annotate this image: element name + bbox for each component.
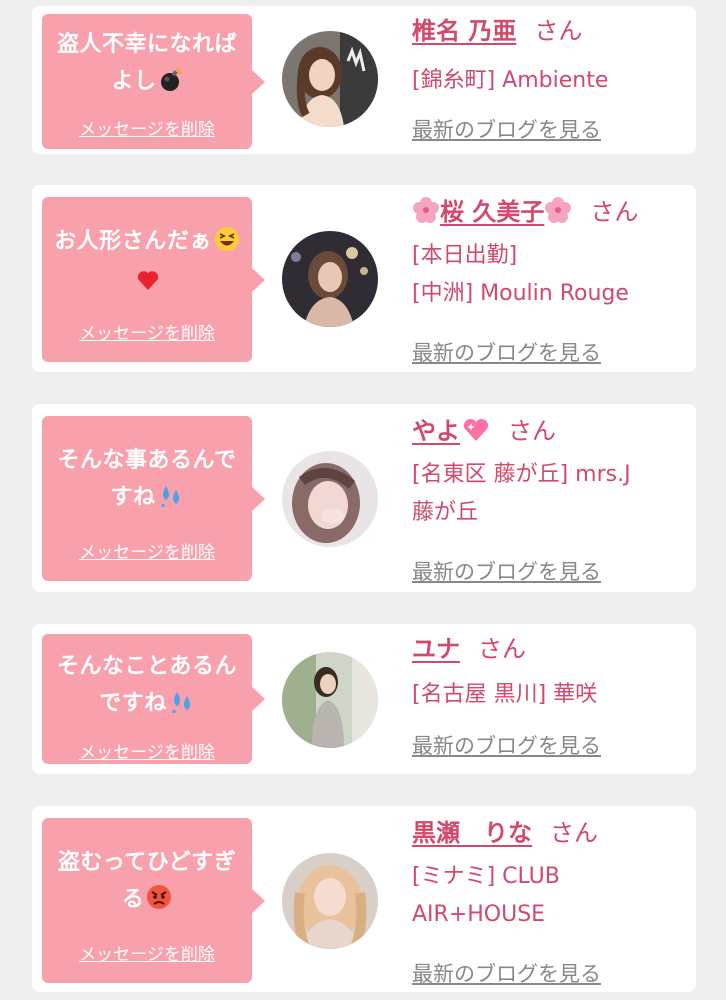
message-bubble: そんなことあるん ですね メッセージを削除 — [42, 634, 265, 764]
profile-name-link[interactable]: 桜 久美子 — [440, 198, 544, 226]
message-bubble: お人形さんだぁ メッセージを削除 — [42, 197, 265, 362]
honorific: さん — [478, 635, 526, 663]
latest-blog-link[interactable]: 最新のブログを見る — [412, 558, 601, 586]
message-bubble: そんな事あるんで すね メッセージを削除 — [42, 416, 265, 581]
avatar[interactable] — [282, 451, 378, 547]
message-text: 盗人不幸になれば よし — [48, 26, 246, 104]
cherry-blossom-icon — [412, 196, 440, 233]
delete-message-link[interactable]: メッセージを削除 — [42, 119, 252, 141]
delete-message-link[interactable]: メッセージを削除 — [42, 542, 252, 564]
delete-message-link[interactable]: メッセージを削除 — [42, 742, 252, 764]
profile-name-link[interactable]: 椎名 乃亜 — [412, 17, 516, 45]
message-text: 盗むってひどすぎ る — [48, 844, 246, 922]
delete-message-link[interactable]: メッセージを削除 — [42, 323, 252, 345]
profile-name-link[interactable]: ユナ — [412, 635, 460, 663]
profile-name-link[interactable]: やよ — [412, 417, 460, 445]
latest-blog-link[interactable]: 最新のブログを見る — [412, 960, 601, 988]
grinning-squint-face-icon — [214, 226, 240, 264]
honorific: さん — [550, 819, 598, 847]
bomb-icon — [159, 67, 183, 104]
delete-message-link[interactable]: メッセージを削除 — [42, 944, 252, 966]
favorite-card: 盗人不幸になれば よし メッセージを削除 椎名 乃亜 さん [錦糸町] Ambie… — [32, 6, 696, 154]
shop-info: [錦糸町] Ambiente — [412, 68, 609, 93]
latest-blog-link[interactable]: 最新のブログを見る — [412, 116, 601, 144]
shop-info: [本日出勤] [中洲] Moulin Rouge — [412, 243, 629, 306]
message-bubble: 盗むってひどすぎ る メッセージを削除 — [42, 818, 265, 983]
shop-info: [ミナミ] CLUB AIR+HOUSE — [412, 864, 560, 927]
sweat-drops-icon — [158, 482, 184, 520]
favorite-card: そんな事あるんで すね メッセージを削除 やよ さん [名東区 藤が丘] mrs.… — [32, 404, 696, 592]
angry-face-icon — [146, 884, 172, 922]
favorite-card: お人形さんだぁ メッセージを削除 桜 久美子 さん [本日出勤] [中洲] Mo… — [32, 185, 696, 372]
shop-info: [名東区 藤が丘] mrs.J 藤が丘 — [412, 462, 631, 525]
message-bubble: 盗人不幸になれば よし メッセージを削除 — [42, 14, 265, 149]
honorific: さん — [508, 417, 556, 445]
honorific: さん — [590, 198, 639, 226]
avatar[interactable] — [282, 231, 378, 327]
latest-blog-link[interactable]: 最新のブログを見る — [412, 732, 601, 760]
profile-name-link[interactable]: 黒瀬 りな — [412, 819, 532, 847]
latest-blog-link[interactable]: 最新のブログを見る — [412, 339, 601, 367]
honorific: さん — [534, 17, 583, 45]
favorite-card: 盗むってひどすぎ る メッセージを削除 黒瀬 りな さん [ミナミ] CLUB A… — [32, 806, 696, 992]
avatar[interactable] — [282, 31, 378, 127]
favorite-card: そんなことあるん ですね メッセージを削除 ユナ さん [名古屋 黒川] 華咲 最… — [32, 624, 696, 774]
message-text: お人形さんだぁ — [48, 223, 246, 305]
avatar[interactable] — [282, 853, 378, 949]
cherry-blossom-icon — [544, 196, 572, 233]
favorites-list: 盗人不幸になれば よし メッセージを削除 椎名 乃亜 さん [錦糸町] Ambie… — [0, 0, 726, 1000]
message-text: そんなことあるん ですね — [48, 648, 246, 726]
sweat-drops-icon — [169, 688, 195, 726]
sparkling-heart-icon — [462, 417, 490, 452]
message-text: そんな事あるんで すね — [48, 442, 246, 520]
shop-info: [名古屋 黒川] 華咲 — [412, 682, 598, 707]
avatar[interactable] — [282, 652, 378, 748]
red-heart-icon — [135, 267, 161, 305]
